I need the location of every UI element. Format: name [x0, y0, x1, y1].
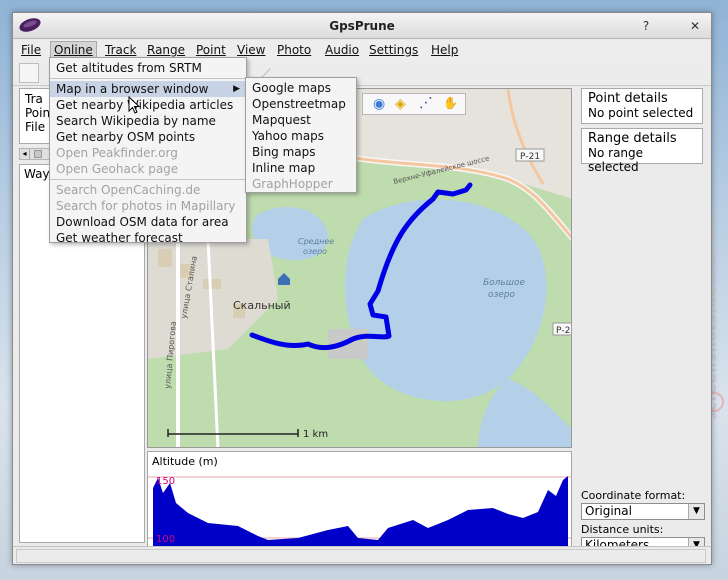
menu-item-peakfinder: Open Peakfinder.org	[56, 146, 178, 160]
title-bar: GpsPrune ? ✕	[13, 13, 711, 39]
medium-lake-label: Среднее	[298, 237, 334, 246]
status-field	[16, 549, 706, 563]
status-bar	[13, 546, 711, 564]
help-button[interactable]: ?	[638, 18, 654, 34]
range-details-title: Range details	[588, 131, 677, 146]
altitude-profile	[153, 476, 568, 550]
altitude-title: Altitude (m)	[152, 455, 218, 468]
menu-item-mapillary: Search for photos in Mapillary	[56, 199, 236, 213]
altitude-chart[interactable]: Altitude (m) 150 100	[147, 451, 572, 551]
slider-left-arrow-icon[interactable]: ◂	[20, 149, 30, 159]
range-details-value: No range selected	[588, 146, 644, 174]
road-ref-label: Р-21	[520, 152, 540, 162]
submenu-inline-map[interactable]: Inline map	[246, 160, 356, 176]
town-label: Скальный	[233, 299, 291, 312]
menu-item-get-altitudes[interactable]: Get altitudes from SRTM	[50, 60, 246, 76]
altitude-max-label: 150	[156, 476, 175, 487]
svg-text:озеро: озеро	[488, 290, 516, 300]
menu-item-download-osm[interactable]: Download OSM data for area	[50, 214, 246, 230]
distance-units-label: Distance units:	[581, 523, 664, 536]
road-ref-label-2: Р-2	[556, 326, 570, 336]
submenu-arrow-icon: ▶	[233, 84, 240, 94]
coordinate-format-label: Coordinate format:	[581, 489, 686, 502]
submenu-openstreetmap[interactable]: Openstreetmap	[246, 96, 356, 112]
connect-points-icon[interactable]: ⋰	[419, 95, 433, 111]
altitude-plot: 150 100	[148, 476, 571, 550]
point-details-value: No point selected	[588, 106, 694, 120]
submenu-yahoo-maps[interactable]: Yahoo maps	[246, 128, 356, 144]
altitude-min-label: 100	[156, 534, 175, 545]
map-controls: ◉ ◈ ⋰ ✋	[362, 93, 466, 115]
menu-help[interactable]: Help	[428, 41, 461, 59]
range-details-box: Range details No range selected	[581, 128, 703, 174]
close-button[interactable]: ✕	[687, 18, 703, 34]
submenu-graphhopper: GraphHopper	[252, 177, 333, 191]
point-details-box: Point details No point selected	[581, 88, 703, 124]
submenu-bing-maps[interactable]: Bing maps	[246, 144, 356, 160]
big-lake-label: Большое	[483, 278, 525, 288]
online-menu: Get altitudes from SRTM Map in a browser…	[49, 57, 247, 246]
submenu-mapquest[interactable]: Mapquest	[246, 112, 356, 128]
right-panel: Point details No point selected Range de…	[581, 88, 705, 554]
app-window: GpsPrune ? ✕ File Online Track Range Poi…	[12, 12, 712, 565]
menu-item-wikipedia-search[interactable]: Search Wikipedia by name	[50, 113, 246, 129]
menu-settings[interactable]: Settings	[366, 41, 421, 59]
drag-hand-icon[interactable]: ✋	[443, 96, 458, 110]
compass-icon[interactable]: ◈	[395, 96, 406, 112]
svg-text:озеро: озеро	[303, 247, 327, 256]
menu-audio[interactable]: Audio	[322, 41, 362, 59]
browser-map-submenu: Google maps Openstreetmap Mapquest Yahoo…	[245, 77, 357, 193]
scale-label: 1 km	[303, 429, 328, 440]
menu-item-map-in-browser[interactable]: Map in a browser window ▶	[50, 81, 246, 97]
slider-thumb[interactable]	[34, 150, 42, 158]
coordinate-format-select[interactable]: Original ▼	[581, 503, 705, 520]
waypoints-label: Way	[24, 167, 50, 181]
menu-item-geohack: Open Geohack page	[56, 162, 179, 176]
menu-photo[interactable]: Photo	[274, 41, 314, 59]
submenu-google-maps[interactable]: Google maps	[246, 80, 356, 96]
menu-item-weather[interactable]: Get weather forecast	[50, 230, 246, 246]
chevron-down-icon[interactable]: ▼	[688, 504, 704, 519]
menu-item-opencaching: Search OpenCaching.de	[56, 183, 201, 197]
menu-file[interactable]: File	[18, 41, 44, 59]
new-file-button[interactable]	[19, 63, 39, 83]
coordinate-format-value: Original	[585, 504, 632, 518]
mouse-cursor-icon	[128, 96, 140, 114]
point-details-title: Point details	[588, 91, 668, 106]
window-title: GpsPrune	[329, 19, 395, 33]
menu-item-wikipedia-nearby[interactable]: Get nearby Wikipedia articles	[50, 97, 246, 113]
menu-item-osm-points[interactable]: Get nearby OSM points	[50, 129, 246, 145]
globe-icon[interactable]: ◉	[373, 96, 385, 112]
